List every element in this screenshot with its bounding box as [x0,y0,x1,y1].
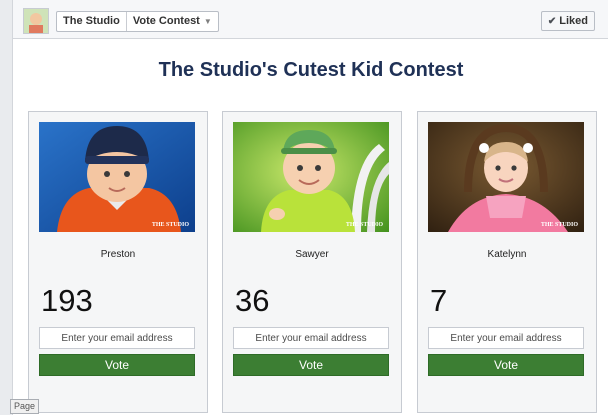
contestant-photo[interactable]: THE STUDIO [233,122,389,232]
breadcrumb-tab-label: Vote Contest [132,15,200,27]
liked-label: Liked [559,15,588,27]
contestant-photo[interactable]: THE STUDIO [39,122,195,232]
watermark-text: THE STUDIO [152,222,190,228]
vote-button[interactable]: Vote [233,354,389,376]
breadcrumb-tab-name[interactable]: Vote Contest ▼ [127,12,218,31]
vote-count: 193 [41,283,93,318]
vote-button[interactable]: Vote [39,354,195,376]
contestant-card: THE STUDIO Katelynn 7 Vote [417,111,597,413]
page-frame: The Studio Vote Contest ▼ ✔ Liked The Stu… [12,0,608,415]
email-input[interactable] [39,327,195,349]
breadcrumb-page-name[interactable]: The Studio [57,12,126,31]
chevron-down-icon: ▼ [203,17,212,26]
contestant-name: Preston [100,249,136,260]
breadcrumb[interactable]: The Studio Vote Contest ▼ [56,11,219,32]
vote-count: 36 [235,283,270,318]
page-header-bar: The Studio Vote Contest ▼ ✔ Liked [13,0,608,39]
liked-button[interactable]: ✔ Liked [540,11,595,31]
contestant-name: Sawyer [295,249,329,260]
page-title: The Studio's Cutest Kid Contest [158,59,464,81]
vote-count: 7 [430,283,448,318]
contestant-name: Katelynn [487,249,527,260]
email-input[interactable] [233,327,389,349]
checkmark-icon: ✔ [547,15,557,27]
contestant-photo[interactable]: THE STUDIO [428,122,584,232]
vote-button[interactable]: Vote [428,354,584,376]
email-input[interactable] [428,327,584,349]
page-tag: Page [10,399,40,414]
contestant-card: THE STUDIO Sawyer 36 Vote [222,111,402,413]
watermark-text: THE STUDIO [541,222,579,228]
page-avatar[interactable] [23,8,49,34]
contestant-card: THE STUDIO Preston 193 Vote [28,111,208,413]
watermark-text: THE STUDIO [346,222,384,228]
